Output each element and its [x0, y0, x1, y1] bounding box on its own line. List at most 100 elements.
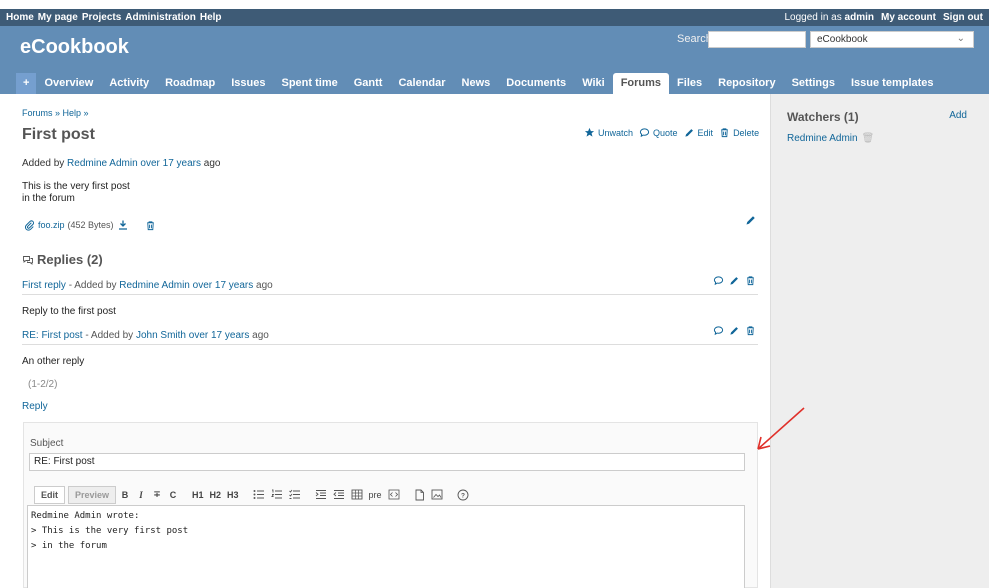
paperclip-icon [24, 219, 34, 231]
project-jump-select[interactable]: eCookbook ⌄ [810, 31, 974, 48]
trash-icon[interactable]: 🗑 [862, 133, 875, 144]
reply-subject-link[interactable]: RE: First post [22, 330, 83, 341]
reply-age-link[interactable]: over 17 years [189, 330, 250, 341]
trash-icon[interactable] [745, 275, 756, 286]
bold-button[interactable]: B [118, 487, 132, 502]
subject-label: Subject [30, 438, 64, 449]
top-menu-right: Logged in as admin My account Sign out [784, 12, 983, 23]
tab-issues[interactable]: Issues [223, 73, 273, 94]
tab-settings[interactable]: Settings [784, 73, 843, 94]
table-icon[interactable] [349, 487, 365, 502]
indent-icon[interactable] [313, 487, 329, 502]
image-icon[interactable] [429, 487, 445, 502]
reply-header: First reply - Added by Redmine Admin ove… [22, 276, 758, 295]
top-menu-left: Home My page Projects Administration Hel… [6, 12, 222, 23]
topic-age-link[interactable]: over 17 years [140, 158, 201, 169]
top-menu-administration[interactable]: Administration [125, 12, 196, 23]
outdent-icon[interactable] [331, 487, 347, 502]
chevron-down-icon: ⌄ [956, 33, 965, 44]
help-icon[interactable]: ? [455, 487, 471, 502]
tab-preview[interactable]: Preview [68, 486, 117, 504]
tab-wiki[interactable]: Wiki [574, 73, 613, 94]
reply-actions [713, 275, 756, 286]
reply-link[interactable]: Reply [22, 401, 48, 412]
inline-code-button[interactable]: C [166, 487, 180, 502]
download-icon[interactable] [117, 219, 129, 231]
link-file-icon[interactable] [412, 487, 427, 502]
tab-roadmap[interactable]: Roadmap [157, 73, 223, 94]
reply-body: An other reply [22, 356, 85, 367]
reply-form: Subject RE: First post Edit Preview B I … [23, 422, 758, 588]
tab-files[interactable]: Files [669, 73, 710, 94]
ordered-list-icon[interactable] [269, 487, 285, 502]
tab-edit[interactable]: Edit [34, 486, 65, 504]
reply-age-suffix: ago [252, 330, 269, 341]
reply-author-link[interactable]: Redmine Admin [119, 280, 190, 291]
watcher-name[interactable]: Redmine Admin [787, 133, 858, 144]
reply-age-link[interactable]: over 17 years [193, 280, 254, 291]
quote-button[interactable]: Quote [639, 127, 678, 138]
trash-icon[interactable] [745, 325, 756, 336]
add-watcher-link[interactable]: Add [949, 110, 967, 121]
my-account-link[interactable]: My account [881, 12, 936, 23]
top-menu-projects[interactable]: Projects [82, 12, 121, 23]
speech-bubble-icon[interactable] [713, 275, 724, 286]
edit-attachments-button[interactable] [745, 214, 757, 229]
sidebar: Watchers (1) Add Redmine Admin 🗑 [770, 94, 989, 588]
top-menu-help[interactable]: Help [200, 12, 222, 23]
unordered-list-icon[interactable] [251, 487, 267, 502]
trash-icon[interactable] [145, 220, 156, 231]
subject-input[interactable]: RE: First post [29, 453, 745, 471]
attachment-row: foo.zip (452 Bytes) [24, 219, 156, 231]
task-list-icon[interactable] [287, 487, 303, 502]
message-textarea[interactable]: Redmine Admin wrote: > This is the very f… [27, 505, 745, 588]
heading1-button[interactable]: H1 [190, 487, 206, 502]
editor-toolbar: B I ∓ C H1 H2 H3 pre ? [118, 486, 471, 503]
pagination-info: (1-2/2) [28, 379, 58, 390]
main-menu: + Overview Activity Roadmap Issues Spent… [16, 73, 942, 94]
tab-forums[interactable]: Forums [612, 73, 670, 94]
speech-bubble-icon[interactable] [713, 325, 724, 336]
tab-issue-templates[interactable]: Issue templates [843, 73, 942, 94]
reply-subject-link[interactable]: First reply [22, 280, 66, 291]
speech-bubble-icon [639, 128, 650, 138]
added-by-prefix: Added by [22, 158, 65, 169]
top-menu-my-page[interactable]: My page [38, 12, 78, 23]
watchers-heading: Watchers (1) [787, 110, 859, 124]
heading3-button[interactable]: H3 [225, 487, 241, 502]
tab-documents[interactable]: Documents [498, 73, 574, 94]
quote-label: Quote [653, 127, 678, 138]
pencil-icon[interactable] [729, 275, 740, 286]
reply-age-suffix: ago [256, 280, 273, 291]
breadcrumb[interactable]: Forums » Help » [22, 108, 89, 118]
tab-repository[interactable]: Repository [710, 73, 783, 94]
logged-in-user[interactable]: admin [845, 12, 874, 23]
delete-button[interactable]: Delete [719, 127, 759, 138]
edit-button[interactable]: Edit [684, 127, 713, 138]
topic-author-link[interactable]: Redmine Admin [67, 158, 138, 169]
tab-spent-time[interactable]: Spent time [273, 73, 345, 94]
topic-body-line: in the forum [22, 193, 75, 204]
reply-author-link[interactable]: John Smith [136, 330, 186, 341]
tab-calendar[interactable]: Calendar [390, 73, 453, 94]
code-block-icon[interactable] [386, 487, 402, 502]
pencil-icon [684, 129, 693, 137]
italic-button[interactable]: I [134, 487, 148, 502]
search-input[interactable] [708, 31, 806, 48]
tab-activity[interactable]: Activity [101, 73, 157, 94]
new-object-button[interactable]: + [16, 73, 37, 94]
top-menu: Home My page Projects Administration Hel… [0, 9, 989, 26]
sign-out-link[interactable]: Sign out [943, 12, 983, 23]
pre-button[interactable]: pre [367, 487, 384, 502]
tab-overview[interactable]: Overview [36, 73, 101, 94]
heading2-button[interactable]: H2 [208, 487, 224, 502]
topic-age-suffix: ago [203, 158, 221, 169]
tab-news[interactable]: News [454, 73, 499, 94]
top-menu-home[interactable]: Home [6, 12, 34, 23]
attachment-link[interactable]: foo.zip [38, 220, 65, 230]
delete-label: Delete [733, 127, 760, 138]
pencil-icon[interactable] [729, 325, 740, 336]
tab-gantt[interactable]: Gantt [346, 73, 391, 94]
strikethrough-button[interactable]: ∓ [150, 487, 164, 502]
unwatch-button[interactable]: Unwatch [584, 127, 633, 138]
